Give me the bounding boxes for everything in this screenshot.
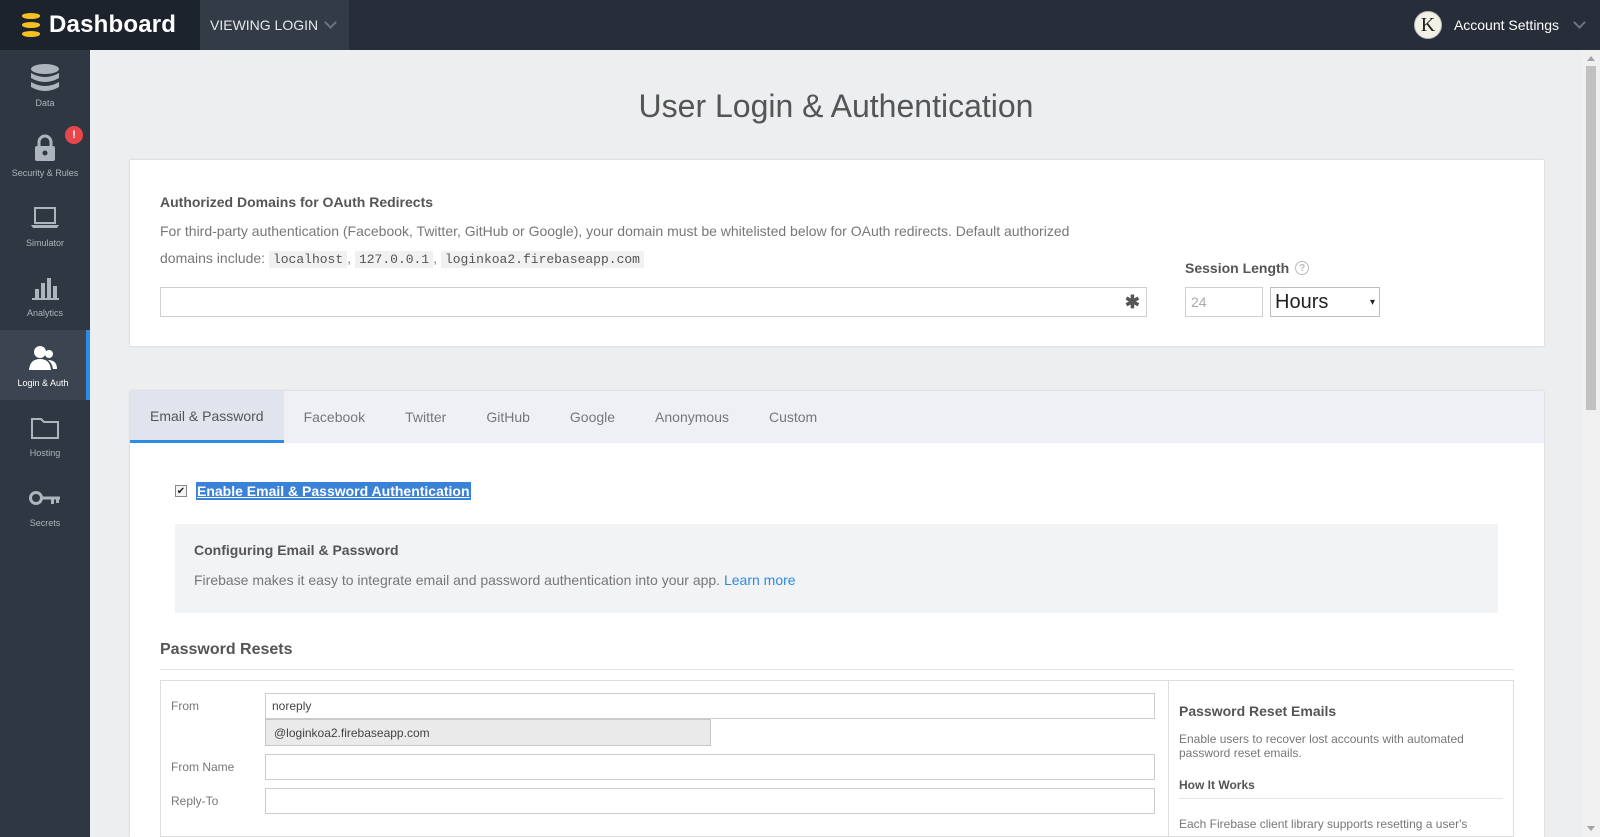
sidebar-item-security-rules[interactable]: ! Security & Rules [0, 120, 90, 190]
main-content: User Login & Authentication Authorized D… [90, 50, 1582, 837]
domain-separator: , [433, 250, 438, 266]
users-icon [28, 343, 58, 373]
reply-to-input[interactable] [265, 788, 1155, 814]
tab-github[interactable]: GitHub [466, 391, 550, 443]
tab-anonymous[interactable]: Anonymous [635, 391, 749, 443]
chevron-down-icon [1573, 16, 1586, 29]
sidebar-item-simulator[interactable]: Simulator [0, 190, 90, 260]
sidebar-item-analytics[interactable]: Analytics [0, 260, 90, 330]
domain-separator: , [347, 250, 352, 266]
domains-prefix: domains include: [160, 250, 266, 266]
laptop-icon [30, 203, 60, 233]
from-name-input[interactable] [265, 754, 1155, 780]
reply-to-label: Reply-To [171, 794, 219, 808]
domain-code: loginkoa2.firebaseapp.com [440, 251, 644, 268]
from-name-label: From Name [171, 760, 235, 774]
provider-settings-card: Email & Password Facebook Twitter GitHub… [130, 391, 1544, 837]
session-length-text: Session Length [1185, 260, 1290, 276]
sidebar-item-label: Hosting [29, 447, 61, 458]
sidebar: Data ! Security & Rules Simulator Analyt… [0, 50, 90, 837]
lock-icon [34, 133, 56, 163]
sidebar-item-secrets[interactable]: Secrets [0, 470, 90, 540]
tab-twitter[interactable]: Twitter [385, 391, 466, 443]
oauth-heading: Authorized Domains for OAuth Redirects [160, 194, 434, 210]
password-reset-form: From noreply @loginkoa2.firebaseapp.com … [160, 680, 1168, 837]
from-label: From [171, 699, 199, 713]
top-bar: Dashboard VIEWING LOGIN K Account Settin… [0, 0, 1600, 50]
sidebar-item-label: Data [35, 97, 55, 108]
sidebar-item-login-auth[interactable]: Login & Auth [0, 330, 90, 400]
sidebar-item-label: Simulator [25, 237, 64, 248]
config-info-box: Configuring Email & Password Firebase ma… [175, 524, 1498, 613]
tab-custom[interactable]: Custom [749, 391, 837, 443]
avatar: K [1413, 11, 1442, 39]
config-title: Configuring Email & Password [194, 542, 399, 558]
session-unit-value: Hours [1275, 290, 1329, 313]
sidebar-item-label: Login & Auth [17, 377, 69, 388]
domain-code: localhost [268, 251, 348, 268]
scrollbar-thumb[interactable] [1586, 66, 1596, 410]
provider-tabs: Email & Password Facebook Twitter GitHub… [130, 391, 1544, 443]
scroll-down-arrow-icon[interactable] [1587, 826, 1595, 831]
account-settings-menu[interactable]: K Account Settings [1413, 0, 1600, 50]
chevron-down-icon [324, 16, 337, 29]
divider [160, 669, 1514, 670]
sidebar-item-label: Security & Rules [11, 167, 79, 178]
info-text: Enable users to recover lost accounts wi… [1179, 732, 1464, 760]
key-icon [29, 483, 61, 513]
viewing-label: VIEWING LOGIN [210, 17, 319, 33]
how-it-works-text: Each Firebase client library supports re… [1179, 817, 1468, 831]
from-input[interactable]: noreply [265, 693, 1155, 719]
authorized-domain-input[interactable]: ✱ [160, 287, 1147, 317]
session-unit-select[interactable]: Hours ▾ [1270, 287, 1380, 317]
oauth-domains-card: Authorized Domains for OAuth Redirects F… [130, 160, 1544, 346]
tab-google[interactable]: Google [550, 391, 635, 443]
brand-title: Dashboard [49, 11, 177, 38]
enable-email-auth-label[interactable]: Enable Email & Password Authentication [196, 482, 471, 500]
tab-facebook[interactable]: Facebook [284, 391, 385, 443]
scroll-up-arrow-icon[interactable] [1587, 56, 1595, 61]
domain-code: 127.0.0.1 [354, 251, 434, 268]
required-asterisk-icon: ✱ [1124, 292, 1140, 312]
account-settings-label: Account Settings [1453, 17, 1559, 33]
database-stack-icon [22, 13, 40, 37]
viewing-login-dropdown[interactable]: VIEWING LOGIN [200, 0, 349, 50]
help-icon[interactable]: ? [1295, 261, 1310, 275]
sidebar-item-hosting[interactable]: Hosting [0, 400, 90, 470]
config-description: Firebase makes it easy to integrate emai… [194, 572, 721, 588]
bar-chart-icon [31, 273, 59, 303]
enable-email-auth-checkbox[interactable]: ✔ [175, 485, 187, 497]
sidebar-item-label: Analytics [26, 307, 63, 318]
from-domain-suffix: @loginkoa2.firebaseapp.com [265, 719, 711, 746]
enable-email-auth-row: ✔ Enable Email & Password Authentication [175, 482, 471, 500]
info-title: Password Reset Emails [1179, 703, 1337, 719]
learn-more-link[interactable]: Learn more [724, 572, 796, 588]
dropdown-arrow-icon: ▾ [1369, 296, 1375, 308]
dashboard-brand[interactable]: Dashboard [0, 0, 200, 50]
page-scrollbar[interactable] [1582, 50, 1600, 837]
config-text: Firebase makes it easy to integrate emai… [194, 572, 1479, 588]
default-domains-line: domains include: localhost, 127.0.0.1, l… [160, 245, 1069, 273]
alert-badge: ! [65, 126, 83, 144]
page-title: User Login & Authentication [638, 88, 1034, 124]
database-icon [30, 63, 60, 93]
session-length-input[interactable]: 24 [1185, 287, 1263, 317]
tab-email-password[interactable]: Email & Password [130, 391, 284, 443]
sidebar-item-label: Secrets [29, 517, 61, 528]
password-reset-info: Password Reset Emails Enable users to re… [1168, 680, 1514, 837]
oauth-description: For third-party authentication (Facebook… [160, 223, 1070, 239]
session-length-label: Session Length ? [1185, 260, 1310, 276]
password-resets-title: Password Resets [160, 641, 293, 658]
folder-icon [30, 413, 60, 443]
how-it-works-heading: How It Works [1179, 778, 1503, 799]
sidebar-item-data[interactable]: Data [0, 50, 90, 120]
